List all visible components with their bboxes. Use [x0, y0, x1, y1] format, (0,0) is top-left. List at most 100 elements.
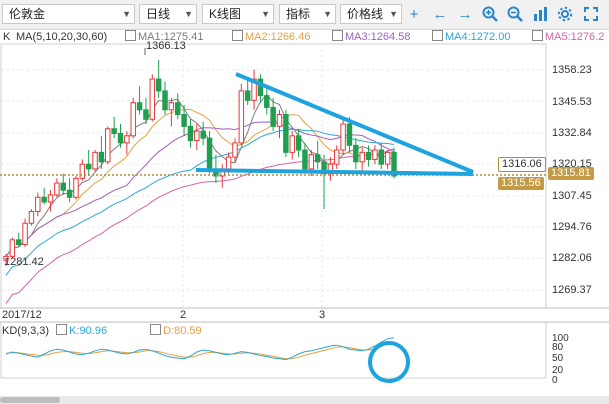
bar-chart-icon[interactable]	[531, 6, 549, 24]
kd-y-tick: 0	[552, 375, 558, 386]
ma-params: MA(5,10,20,30,60)	[16, 31, 108, 43]
ma4-value: MA4:1272.00	[445, 31, 511, 43]
candle-body	[257, 78, 264, 97]
checkbox-icon	[332, 30, 343, 41]
candle-body	[41, 196, 47, 203]
candle-body	[22, 222, 28, 246]
candle-body	[92, 151, 98, 170]
current-price-tag: 1315.81	[548, 167, 594, 180]
price-line-dropdown[interactable]: 价格线 ▼	[340, 4, 402, 24]
ma5-value: MA5:1276.2	[545, 31, 605, 43]
candle-body	[346, 123, 353, 146]
y-tick: 1345.53	[552, 96, 592, 108]
candle-body	[302, 149, 308, 170]
zoom-in-icon[interactable]	[481, 6, 499, 24]
chevron-down-icon: ▼	[122, 9, 131, 19]
kd-k-line	[5, 337, 395, 361]
ma3-toggle[interactable]: MA3:1264.58	[332, 30, 410, 44]
candle-body	[225, 156, 232, 170]
candle-body	[372, 149, 378, 160]
checkbox-icon	[150, 324, 162, 335]
period-label: 日线	[146, 7, 171, 21]
ma2-toggle[interactable]: MA2:1266.46	[232, 30, 310, 44]
candle-body	[79, 163, 86, 179]
settings-icon[interactable]	[556, 6, 574, 24]
stock-chart-window: { "toolbar": { "symbol": "伦敦金", "period"…	[0, 0, 609, 404]
arrow-left-icon[interactable]: ←	[431, 6, 449, 24]
zoom-out-icon[interactable]	[506, 6, 524, 24]
candle-body	[60, 182, 66, 191]
chevron-down-icon: ▼	[389, 9, 398, 19]
candle-body	[175, 102, 181, 116]
candle-body	[28, 210, 35, 224]
kd-d-toggle[interactable]: D:80.59	[150, 324, 202, 337]
candle-body	[353, 144, 359, 163]
ma5-toggle[interactable]: MA5:1276.2	[532, 30, 604, 44]
candle-body	[244, 90, 251, 101]
kd-k-value: K:90.96	[69, 325, 108, 337]
ma4-toggle[interactable]: MA4:1272.00	[432, 30, 510, 44]
candle-body	[295, 135, 302, 151]
candle-body	[194, 130, 200, 142]
kd-y-tick: 80	[552, 342, 564, 353]
candle-body	[124, 135, 130, 144]
candle-body	[66, 189, 73, 198]
candle-body	[314, 154, 321, 163]
kd-highlight-circle	[368, 341, 410, 383]
ma2-line	[5, 108, 395, 257]
candle-body	[251, 78, 257, 101]
candle-body	[289, 135, 295, 153]
candle-body	[308, 154, 315, 170]
y-tick: 1307.45	[552, 190, 592, 202]
candle-body	[232, 142, 238, 158]
candle-body	[206, 137, 213, 170]
ma4-line	[5, 128, 395, 276]
ma3-value: MA3:1264.58	[345, 31, 411, 43]
candle-body	[47, 194, 54, 203]
candle-body	[384, 151, 391, 165]
candle-body	[162, 90, 168, 111]
scrollbar-thumb[interactable]	[0, 397, 60, 403]
candle-body	[136, 102, 143, 111]
kd-label: KD(9,3,3)	[2, 325, 50, 337]
kd-y-tick: 50	[552, 353, 564, 364]
ma3-line	[5, 121, 395, 257]
candle-body	[149, 78, 156, 120]
chevron-down-icon: ▼	[184, 9, 193, 19]
ma2-value: MA2:1266.46	[245, 31, 311, 43]
symbol-label: 伦敦金	[9, 7, 46, 21]
symbol-dropdown[interactable]: 伦敦金 ▼	[2, 4, 135, 24]
y-tick: 1332.84	[552, 127, 592, 139]
x-tick: 2017/12	[2, 309, 42, 321]
horizontal-scrollbar[interactable]	[0, 396, 609, 404]
indicator-dropdown[interactable]: 指标 ▼	[279, 4, 336, 24]
chart-type-dropdown[interactable]: K线图 ▼	[202, 4, 274, 24]
candle-body	[321, 161, 327, 175]
kd-d-line	[5, 341, 395, 360]
arrow-right-icon[interactable]: →	[456, 6, 474, 24]
toolbar: 伦敦金 ▼ 日线 ▼ K线图 ▼ 指标 ▼ 价格线 ▼ + ← →	[0, 0, 609, 30]
candle-body	[334, 149, 340, 165]
candle-body	[359, 151, 365, 163]
low-label: 1281.42	[4, 256, 44, 268]
ma1-line	[5, 93, 395, 257]
chevron-down-icon: ▼	[261, 9, 270, 19]
crosshair-icon[interactable]: +	[405, 6, 423, 24]
ma5-line	[5, 148, 395, 304]
candle-body	[213, 168, 219, 177]
candle-body	[276, 114, 283, 127]
candle-body	[111, 128, 117, 134]
candle-body	[155, 78, 162, 92]
kd-k-toggle[interactable]: K:90.96	[56, 324, 108, 337]
checkbox-icon	[532, 30, 543, 41]
candle-body	[283, 114, 289, 153]
candle-body	[264, 95, 270, 108]
candle-body	[365, 151, 372, 160]
candle-body	[378, 149, 385, 165]
period-dropdown[interactable]: 日线 ▼	[139, 4, 197, 24]
candle-body	[181, 114, 187, 127]
y-tick: 1358.23	[552, 64, 592, 76]
candle-body	[270, 106, 276, 127]
fullscreen-icon[interactable]	[582, 6, 600, 24]
y-tick: 1294.76	[552, 221, 592, 233]
